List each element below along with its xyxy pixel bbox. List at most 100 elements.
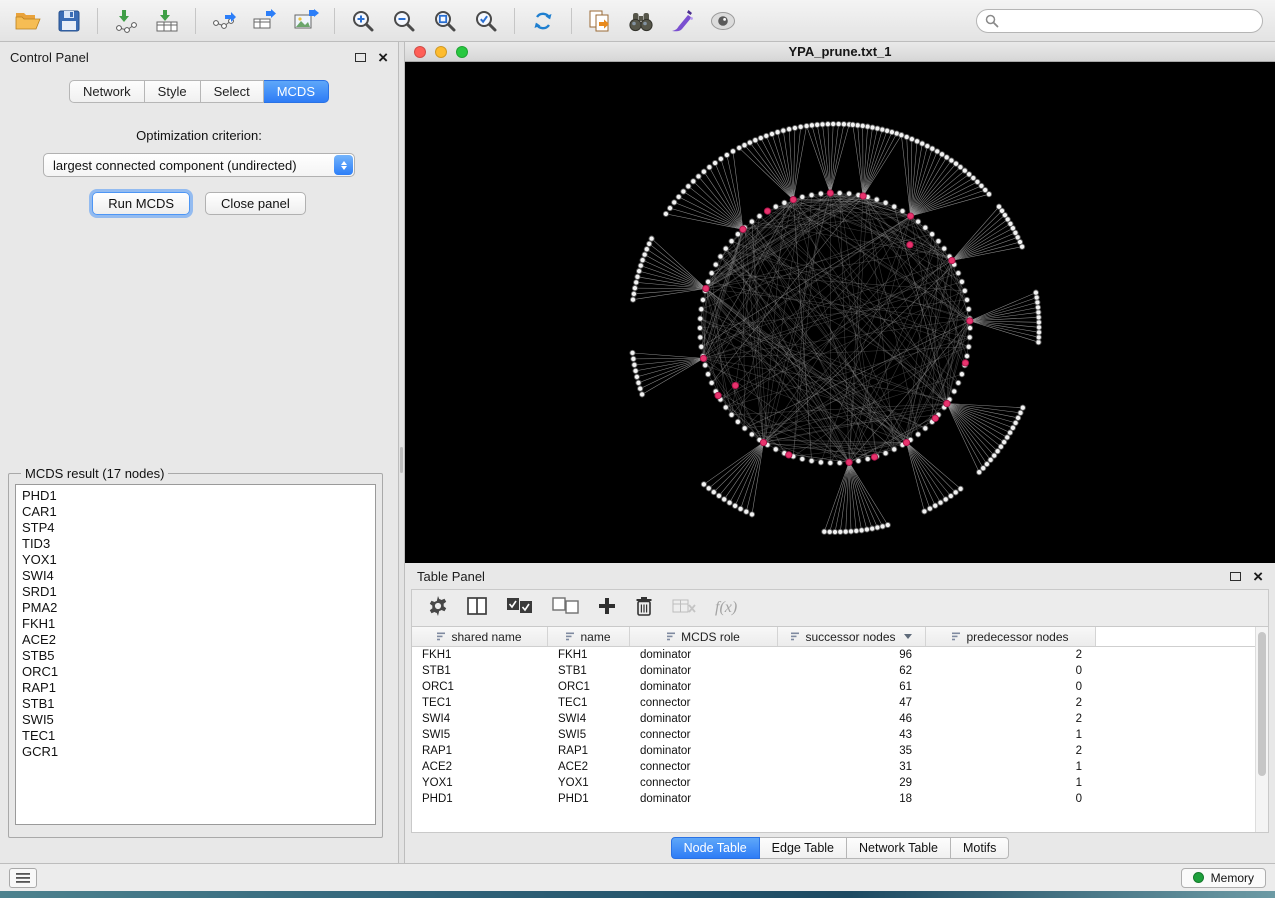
- tab-select[interactable]: Select: [201, 80, 264, 103]
- node-table-body: FKH1FKH1dominator962STB1STB1dominator620…: [412, 647, 1255, 832]
- table-row[interactable]: FKH1FKH1dominator962: [412, 647, 1255, 663]
- network-canvas[interactable]: [405, 62, 1275, 563]
- list-item[interactable]: PHD1: [22, 488, 369, 504]
- list-item[interactable]: CAR1: [22, 504, 369, 520]
- style-wand-icon: [670, 9, 694, 33]
- list-item[interactable]: TID3: [22, 536, 369, 552]
- list-item[interactable]: PMA2: [22, 600, 369, 616]
- table-row[interactable]: SWI4SWI4dominator462: [412, 711, 1255, 727]
- close-panel-icon[interactable]: ×: [1253, 568, 1263, 585]
- column-header-MCDS-role[interactable]: MCDS role: [630, 627, 778, 646]
- delete-column-button[interactable]: [635, 596, 653, 621]
- refresh-button[interactable]: [527, 5, 559, 37]
- tab-mcds[interactable]: MCDS: [264, 80, 329, 103]
- import-table-button[interactable]: [151, 5, 183, 37]
- column-header-predecessor-nodes[interactable]: predecessor nodes: [926, 627, 1096, 646]
- zoom-in-icon: [351, 9, 375, 33]
- column-header-name[interactable]: name: [548, 627, 630, 646]
- save-session-button[interactable]: [53, 5, 85, 37]
- show-columns-button[interactable]: [467, 597, 487, 620]
- export-network-button[interactable]: [208, 5, 240, 37]
- criterion-select[interactable]: largest connected component (undirected): [43, 153, 355, 177]
- cell-role: dominator: [630, 681, 778, 693]
- unselect-all-button[interactable]: [552, 597, 579, 619]
- memory-button[interactable]: Memory: [1181, 868, 1266, 888]
- maximize-window-button[interactable]: [456, 46, 468, 58]
- tab-network[interactable]: Network: [69, 80, 145, 103]
- list-item[interactable]: SWI4: [22, 568, 369, 584]
- export-table-button[interactable]: [249, 5, 281, 37]
- cell-name: SWI4: [548, 713, 630, 725]
- list-item[interactable]: TEC1: [22, 728, 369, 744]
- table-row[interactable]: SWI5SWI5connector431: [412, 727, 1255, 743]
- show-hide-button[interactable]: [707, 5, 739, 37]
- zoom-selected-button[interactable]: [470, 5, 502, 37]
- cell-name: PHD1: [548, 793, 630, 805]
- cell-name: ACE2: [548, 761, 630, 773]
- zoom-fit-button[interactable]: [429, 5, 461, 37]
- float-window-icon[interactable]: [1230, 572, 1241, 581]
- gear-icon: [428, 596, 448, 616]
- scrollbar-thumb[interactable]: [1258, 632, 1266, 776]
- close-window-button[interactable]: [414, 46, 426, 58]
- table-row[interactable]: ORC1ORC1dominator610: [412, 679, 1255, 695]
- list-item[interactable]: ORC1: [22, 664, 369, 680]
- table-row[interactable]: YOX1YOX1connector291: [412, 775, 1255, 791]
- app-window: Control Panel × NetworkStyleSelectMCDS O…: [0, 0, 1275, 898]
- table-row[interactable]: TEC1TEC1connector472: [412, 695, 1255, 711]
- close-panel-button[interactable]: Close panel: [205, 192, 306, 215]
- apply-style-button[interactable]: [666, 5, 698, 37]
- tab-network-table[interactable]: Network Table: [847, 837, 951, 859]
- list-item[interactable]: SRD1: [22, 584, 369, 600]
- table-row[interactable]: STB1STB1dominator620: [412, 663, 1255, 679]
- delete-table-button-disabled[interactable]: [672, 598, 696, 619]
- column-header-shared-name[interactable]: shared name: [412, 627, 548, 646]
- cell-role: dominator: [630, 745, 778, 757]
- list-item[interactable]: YOX1: [22, 552, 369, 568]
- export-image-button[interactable]: [290, 5, 322, 37]
- search-network-button[interactable]: [625, 5, 657, 37]
- select-all-button[interactable]: [506, 597, 533, 619]
- import-network-button[interactable]: [110, 5, 142, 37]
- table-row[interactable]: ACE2ACE2connector311: [412, 759, 1255, 775]
- cell-successors: 46: [778, 713, 926, 725]
- minimize-window-button[interactable]: [435, 46, 447, 58]
- panel-menu-button[interactable]: [9, 868, 37, 888]
- zoom-in-button[interactable]: [347, 5, 379, 37]
- list-item[interactable]: GCR1: [22, 744, 369, 760]
- list-item[interactable]: STB5: [22, 648, 369, 664]
- cell-name: STB1: [548, 665, 630, 677]
- tab-motifs[interactable]: Motifs: [951, 837, 1009, 859]
- list-item[interactable]: FKH1: [22, 616, 369, 632]
- search-box[interactable]: [976, 9, 1263, 33]
- tab-node-table[interactable]: Node Table: [671, 837, 760, 859]
- tab-style[interactable]: Style: [145, 80, 201, 103]
- tab-edge-table[interactable]: Edge Table: [760, 837, 847, 859]
- table-settings-button[interactable]: [428, 596, 448, 621]
- list-item[interactable]: STB1: [22, 696, 369, 712]
- network-titlebar[interactable]: YPA_prune.txt_1: [405, 42, 1275, 62]
- node-table: shared namenameMCDS rolesuccessor nodesp…: [411, 627, 1269, 833]
- open-file-button[interactable]: [12, 5, 44, 37]
- copy-network-button[interactable]: [584, 5, 616, 37]
- search-input[interactable]: [1005, 14, 1254, 28]
- function-builder-button[interactable]: f(x): [715, 599, 737, 617]
- control-panel: Control Panel × NetworkStyleSelectMCDS O…: [0, 42, 399, 863]
- table-row[interactable]: PHD1PHD1dominator180: [412, 791, 1255, 807]
- list-item[interactable]: ACE2: [22, 632, 369, 648]
- cell-predecessors: 1: [926, 729, 1096, 741]
- table-row[interactable]: RAP1RAP1dominator352: [412, 743, 1255, 759]
- zoom-out-button[interactable]: [388, 5, 420, 37]
- cell-successors: 61: [778, 681, 926, 693]
- cell-predecessors: 0: [926, 665, 1096, 677]
- splitter-grip[interactable]: [400, 447, 403, 473]
- close-panel-icon[interactable]: ×: [378, 49, 388, 66]
- table-scrollbar[interactable]: [1255, 627, 1268, 832]
- column-header-successor-nodes[interactable]: successor nodes: [778, 627, 926, 646]
- run-mcds-button[interactable]: Run MCDS: [92, 192, 190, 215]
- list-item[interactable]: SWI5: [22, 712, 369, 728]
- float-window-icon[interactable]: [355, 53, 366, 62]
- list-item[interactable]: STP4: [22, 520, 369, 536]
- list-item[interactable]: RAP1: [22, 680, 369, 696]
- add-column-button[interactable]: [598, 597, 616, 620]
